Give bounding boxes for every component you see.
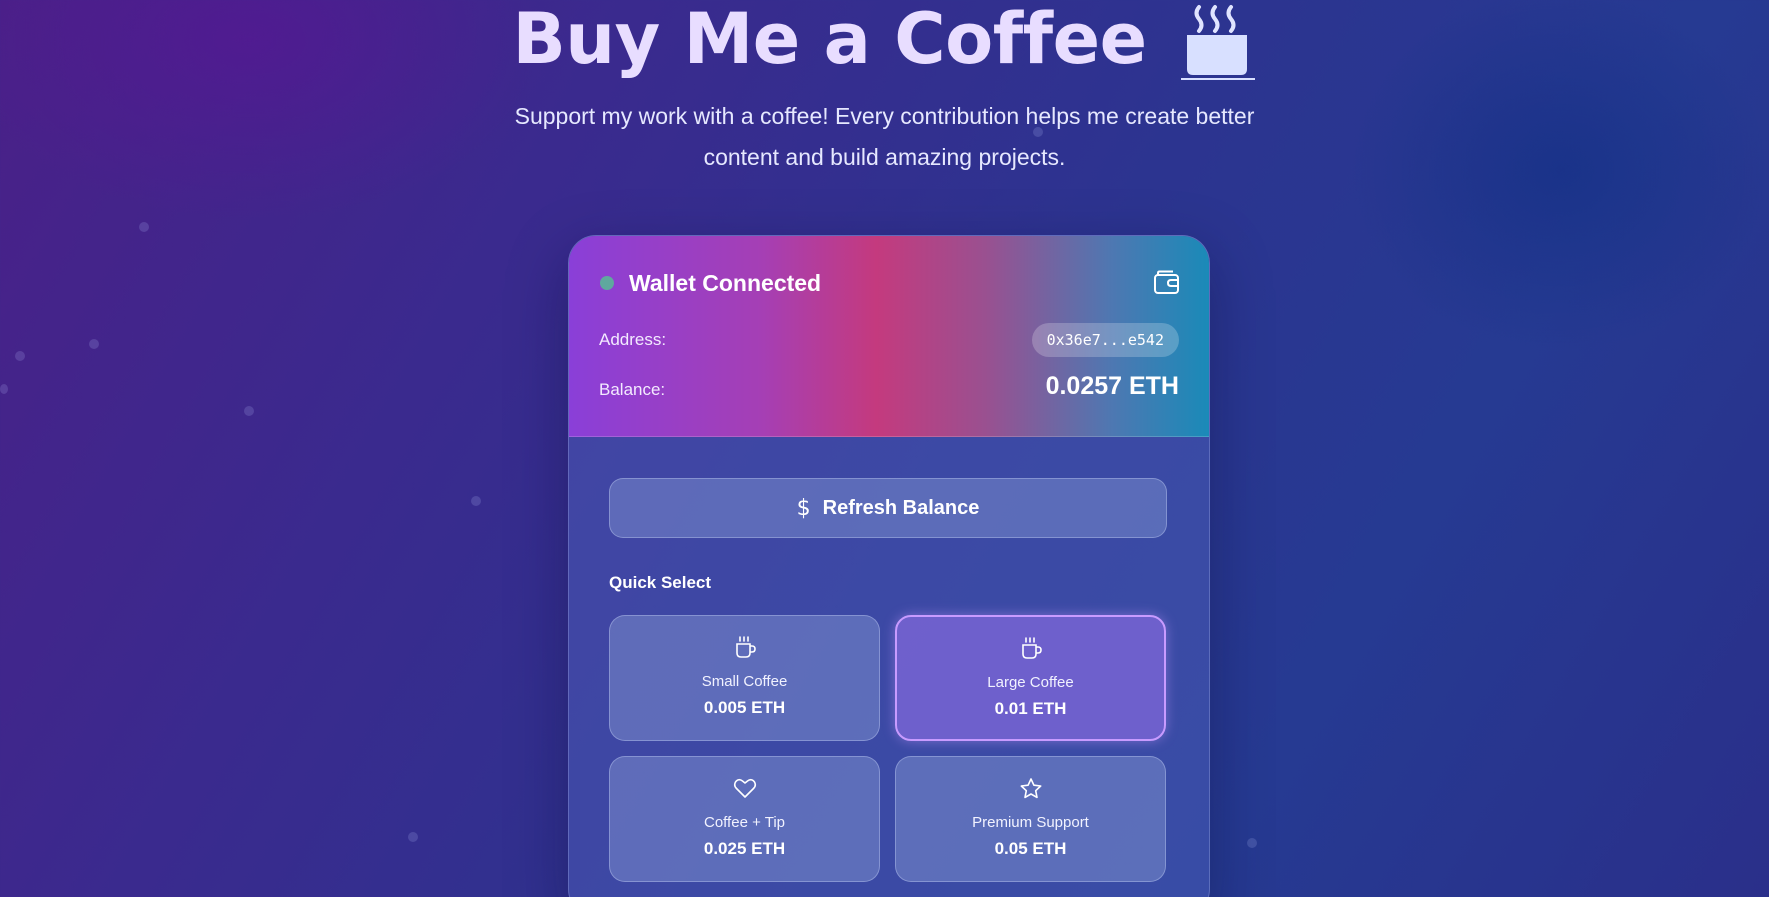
wallet-balance: 0.0257 ETH [1045,372,1179,400]
subtitle-line-1: Support my work with a coffee! Every con… [514,103,1255,129]
option-coffee-tip[interactable]: Coffee + Tip 0.025 ETH [609,756,880,882]
option-name: Large Coffee [987,674,1074,691]
option-name: Small Coffee [701,673,788,690]
coffee-card: Wallet Connected Address: 0x36e7...e542 … [568,235,1210,897]
heart-icon [733,778,756,798]
star-icon [1020,778,1041,799]
coffee-icon [1021,637,1042,659]
background-dot [15,351,25,361]
wallet-status: Wallet Connected [629,270,822,296]
page-subtitle: Support my work with a coffee! Every con… [0,96,1769,178]
address-label: Address: [599,330,667,349]
coffee-icon [735,636,756,658]
option-price: 0.05 ETH [994,839,1067,858]
refresh-balance-label: Refresh Balance [822,496,980,519]
background-dot [471,496,481,506]
background-dot [408,832,418,842]
option-price: 0.025 ETH [703,839,786,858]
subtitle-line-2: content and build amazing projects. [703,144,1066,170]
balance-label: Balance: [599,380,666,399]
refresh-balance-button[interactable]: $ Refresh Balance [609,478,1167,538]
option-premium-support[interactable]: Premium Support 0.05 ETH [895,756,1166,882]
option-small-coffee[interactable]: Small Coffee 0.005 ETH [609,615,880,741]
page-title-text: Buy Me a Coffee [512,0,1147,80]
background-dot [244,406,254,416]
option-large-coffee[interactable]: Large Coffee 0.01 ETH [895,615,1166,741]
option-name: Premium Support [972,814,1089,831]
option-name: Coffee + Tip [703,814,786,831]
hot-coffee-icon [1180,5,1255,80]
wallet-address: 0x36e7...e542 [1031,323,1179,357]
background-dot [0,384,8,394]
wallet-icon[interactable] [1153,269,1181,297]
background-dot [139,222,149,232]
dollar-icon: $ [796,495,811,521]
connection-status-dot [600,276,614,290]
option-price: 0.005 ETH [703,698,786,717]
quick-select-label: Quick Select [609,573,712,592]
background-dot [1247,838,1257,848]
wallet-header: Wallet Connected Address: 0x36e7...e542 … [569,236,1209,437]
background-dot [89,339,99,349]
option-price: 0.01 ETH [994,699,1067,718]
page-title: Buy Me a Coffee [0,0,1769,84]
